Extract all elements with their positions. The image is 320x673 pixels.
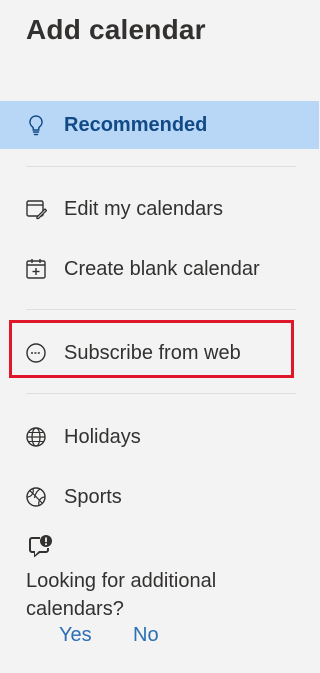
nav-item-label: Subscribe from web (64, 341, 241, 364)
nav-item-label: Holidays (64, 425, 141, 448)
nav-item-holidays[interactable]: Holidays (0, 413, 319, 461)
nav-item-label: Recommended (64, 113, 208, 136)
nav-item-label: Sports (64, 485, 122, 508)
add-calendar-icon (25, 258, 47, 280)
feedback-no-link[interactable]: No (133, 624, 159, 647)
nav-item-sports[interactable]: Sports (0, 473, 319, 521)
nav-item-edit-my-calendars[interactable]: Edit my calendars (0, 185, 319, 233)
page-title: Add calendar (26, 14, 206, 45)
feedback-alert-icon (26, 534, 54, 562)
lightbulb-icon (25, 114, 47, 136)
nav-item-label: Edit my calendars (64, 197, 223, 220)
feedback-question: Looking for additional calendars? (26, 570, 217, 620)
edit-calendar-icon (25, 198, 47, 220)
divider (26, 309, 296, 310)
web-subscribe-icon (25, 342, 47, 364)
nav-item-subscribe-from-web[interactable]: Subscribe from web (0, 329, 319, 377)
globe-icon (25, 426, 47, 448)
nav-item-label: Create blank calendar (64, 257, 260, 280)
basketball-icon (25, 486, 47, 508)
feedback-yes-link[interactable]: Yes (59, 624, 92, 647)
divider (26, 166, 296, 167)
nav-item-create-blank-calendar[interactable]: Create blank calendar (0, 245, 319, 293)
divider (26, 393, 296, 394)
nav-item-recommended[interactable]: Recommended (0, 101, 319, 149)
